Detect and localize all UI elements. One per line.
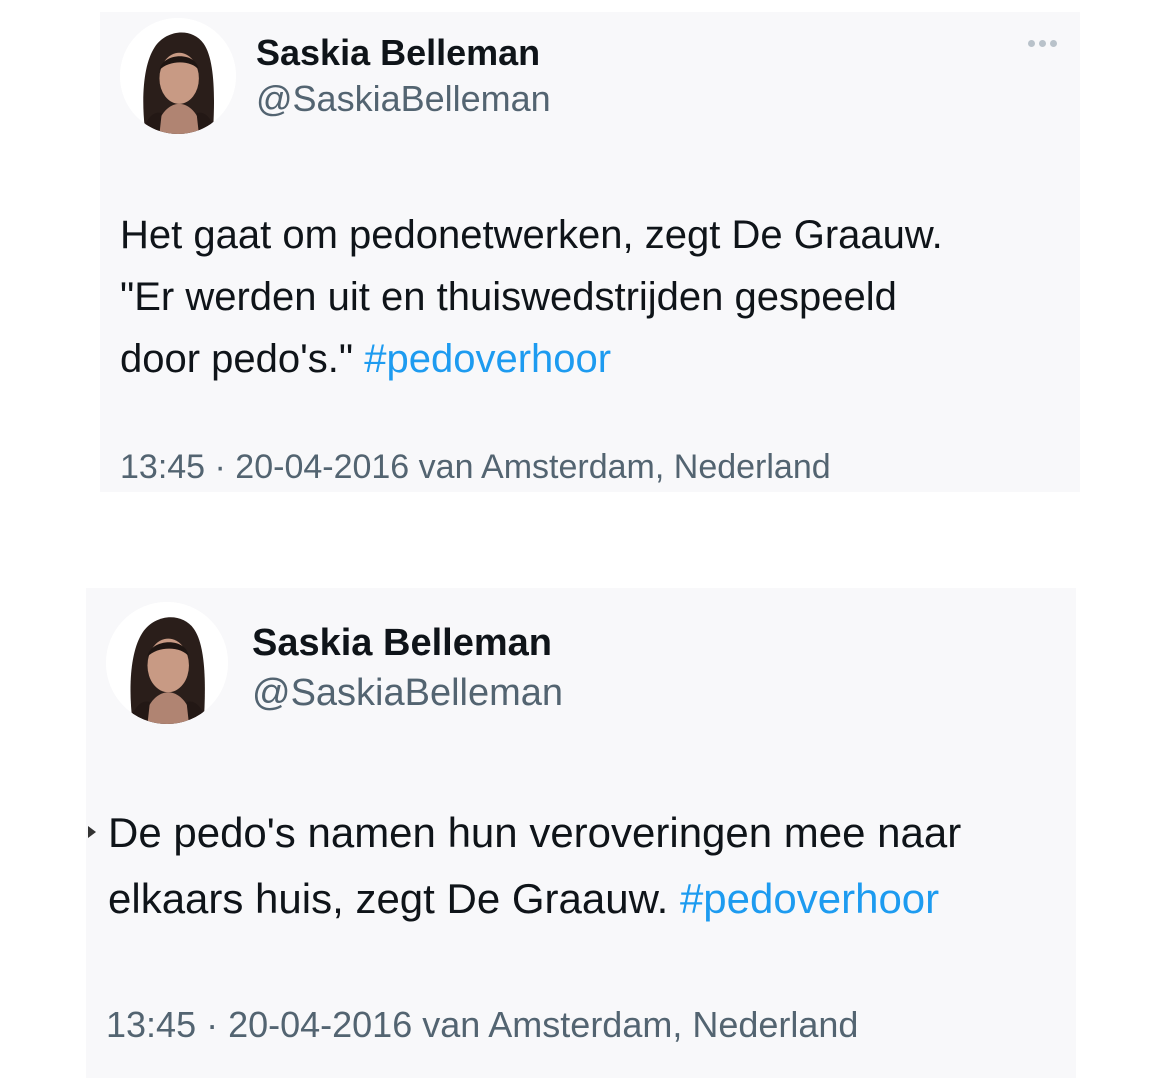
hashtag-link[interactable]: #pedoverhoor <box>680 875 939 922</box>
tweet-card[interactable]: Saskia Belleman @SaskiaBelleman Het gaat… <box>100 12 1080 492</box>
author-name[interactable]: Saskia Belleman <box>256 32 540 74</box>
tweet-text-line: door pedo's." #pedoverhoor <box>120 328 943 390</box>
avatar[interactable] <box>120 18 236 134</box>
profile-photo <box>106 602 228 724</box>
author-handle[interactable]: @SaskiaBelleman <box>252 672 563 715</box>
hashtag-link[interactable]: #pedoverhoor <box>364 337 611 381</box>
tweet-timestamp[interactable]: 13:45 · 20-04-2016 van Amsterdam, Nederl… <box>106 1004 858 1046</box>
tweet-text-line: De pedo's namen hun veroveringen mee naa… <box>108 809 962 856</box>
more-horizontal-icon <box>1050 40 1057 47</box>
bullet-icon <box>88 826 96 838</box>
more-horizontal-icon <box>1039 40 1046 47</box>
author-name[interactable]: Saskia Belleman <box>252 622 552 665</box>
avatar[interactable] <box>106 602 228 724</box>
tweet-text-segment: elkaars huis, zegt De Graauw. <box>108 875 680 922</box>
tweet-text-segment: door pedo's." <box>120 337 365 381</box>
tweet-timestamp[interactable]: 13:45 · 20-04-2016 van Amsterdam, Nederl… <box>120 448 831 487</box>
tweet-card[interactable]: Saskia Belleman @SaskiaBelleman De pedo'… <box>86 588 1076 1078</box>
tweet-text-line: Het gaat om pedonetwerken, zegt De Graau… <box>120 213 943 257</box>
more-options-button[interactable] <box>1028 40 1057 47</box>
tweet-text-line: "Er werden uit en thuiswedstrijden gespe… <box>120 275 897 319</box>
tweet-text: De pedo's namen hun veroveringen mee naa… <box>108 800 961 932</box>
profile-photo <box>120 18 236 134</box>
tweet-text-line: elkaars huis, zegt De Graauw. #pedoverho… <box>108 866 961 932</box>
author-handle[interactable]: @SaskiaBelleman <box>256 78 551 120</box>
tweet-text: Het gaat om pedonetwerken, zegt De Graau… <box>120 204 943 390</box>
more-horizontal-icon <box>1028 40 1035 47</box>
